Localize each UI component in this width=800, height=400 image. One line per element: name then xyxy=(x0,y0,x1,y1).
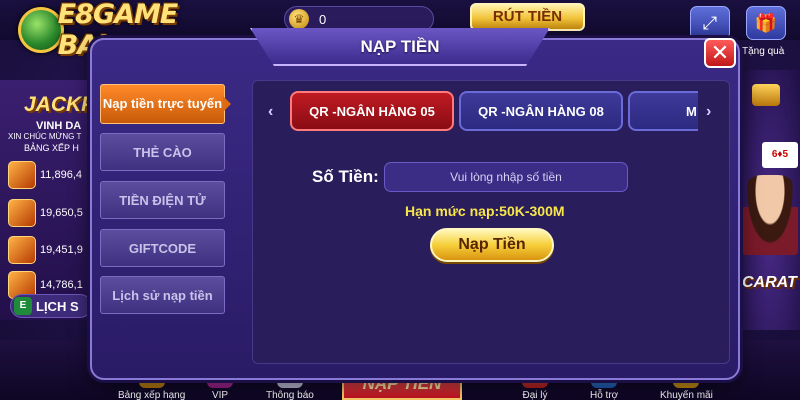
playing-cards-icon: 6♦5 xyxy=(762,142,798,168)
game-thumbnail-icon xyxy=(8,236,36,264)
crown-coin-icon: ♛ xyxy=(289,9,309,29)
jackpot-amount: 14,786,1 xyxy=(40,279,83,291)
gift-icon[interactable]: 🎁 xyxy=(746,6,786,40)
close-button[interactable]: ✕ xyxy=(704,38,736,68)
promo-tag-icon xyxy=(752,84,780,106)
jackpot-row: 11,896,4 xyxy=(8,160,92,190)
jackpot-title: JACKP xyxy=(24,93,96,116)
tab-qr-bank-08[interactable]: QR -NGÂN HÀNG 08 xyxy=(459,91,623,131)
jackpot-row: 19,650,5 xyxy=(8,198,92,228)
tab-partial[interactable]: M xyxy=(628,91,698,131)
game-thumbnail-icon xyxy=(8,161,36,189)
submit-deposit-button[interactable]: Nạp Tiền xyxy=(430,228,554,262)
history-label: LỊCH S xyxy=(36,298,79,314)
dealer-image xyxy=(742,175,798,255)
jackpot-row: 19,451,9 xyxy=(8,235,92,265)
amount-label: Số Tiền: xyxy=(312,167,379,186)
jackpot-leaderboard-label: BẢNG XẾP H xyxy=(24,143,79,153)
modal-title: NẠP TIỀN xyxy=(360,37,440,56)
history-button[interactable]: E LỊCH S xyxy=(10,294,92,318)
game-thumbnail-icon xyxy=(8,199,36,227)
withdraw-button[interactable]: RÚT TIỀN xyxy=(470,3,585,31)
deposit-limit-text: Hạn mức nạp:50K-300M xyxy=(405,203,565,219)
sidebar-item-giftcode[interactable]: GIFTCODE xyxy=(100,229,225,267)
jackpot-amount: 11,896,4 xyxy=(40,169,83,181)
jackpot-subtitle: VINH DA xyxy=(36,120,82,132)
sidebar-item-e-wallet[interactable]: TIỀN ĐIỆN TỬ xyxy=(100,181,225,219)
sidebar-item-deposit-history[interactable]: Lịch sử nạp tiền xyxy=(100,276,225,314)
tab-qr-bank-05[interactable]: QR -NGÂN HÀNG 05 xyxy=(290,91,454,131)
jackpot-amount: 19,451,9 xyxy=(40,244,83,256)
tabs-next-arrow-icon[interactable]: › xyxy=(706,103,711,121)
baccarat-label: CARAT xyxy=(742,274,797,291)
jackpot-amount: 19,650,5 xyxy=(40,207,83,219)
amount-input[interactable] xyxy=(384,162,628,192)
coin-balance-value: 0 xyxy=(319,11,327,27)
e8-badge-icon: E xyxy=(14,297,32,315)
tabs-prev-arrow-icon[interactable]: ‹ xyxy=(268,103,273,121)
gift-label: Tặng quà xyxy=(742,46,785,57)
sidebar-item-online-deposit[interactable]: Nạp tiền trực tuyến xyxy=(100,84,225,124)
jackpot-congrats: XIN CHÚC MỪNG T xyxy=(8,132,82,141)
active-pointer-icon xyxy=(223,96,231,112)
fullscreen-icon[interactable]: ⤢ xyxy=(690,6,730,40)
sidebar-item-card[interactable]: THẺ CÀO xyxy=(100,133,225,171)
